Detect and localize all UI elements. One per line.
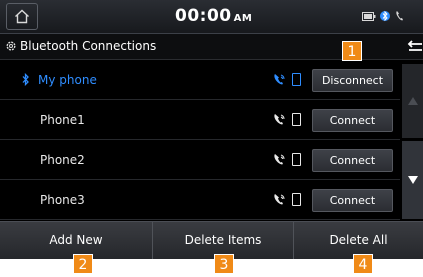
device-row-my-phone[interactable]: My phone Disconnect: [0, 62, 400, 100]
scroll-up-button[interactable]: [402, 64, 423, 138]
chevron-down-icon: [407, 176, 418, 184]
gear-icon: [6, 41, 16, 51]
connect-button[interactable]: Connect: [312, 189, 393, 212]
connect-button[interactable]: Connect: [312, 109, 393, 132]
phone-icon: [292, 73, 301, 86]
connect-button[interactable]: Connect: [312, 149, 393, 172]
callout-2: 2: [73, 254, 93, 274]
bluetooth-icon: [380, 10, 390, 22]
phone-icon: [292, 153, 301, 166]
callout-1: 1: [342, 41, 362, 61]
battery-icon: [362, 11, 376, 21]
device-list: My phone Disconnect Phone1 Connect Phone…: [0, 62, 400, 220]
call-audio-icon: [274, 114, 285, 125]
device-name: Phone1: [40, 113, 85, 127]
call-audio-icon: [274, 154, 285, 165]
device-name: Phone2: [40, 153, 85, 167]
screen: 00:00 AM Bluetooth Connections My phone …: [0, 0, 423, 277]
status-bar: 00:00 AM: [0, 0, 423, 34]
clock: 00:00 AM: [175, 6, 252, 26]
call-icon: [396, 11, 403, 21]
callout-3: 3: [214, 254, 234, 274]
device-name: Phone3: [40, 193, 85, 207]
home-button[interactable]: [6, 3, 38, 30]
device-name: My phone: [38, 73, 97, 87]
device-row-phone1[interactable]: Phone1 Connect: [0, 102, 400, 140]
clock-ampm: AM: [233, 13, 253, 24]
callout-4: 4: [353, 254, 373, 274]
chevron-up-icon: [407, 97, 418, 105]
bluetooth-icon: [22, 73, 29, 86]
call-audio-icon: [274, 194, 285, 205]
scroll-down-button[interactable]: [402, 141, 423, 219]
page-title: Bluetooth Connections: [20, 39, 157, 53]
back-button[interactable]: [402, 36, 423, 58]
status-icons: [362, 9, 406, 23]
clock-time: 00:00: [175, 6, 232, 26]
device-row-phone3[interactable]: Phone3 Connect: [0, 182, 400, 220]
back-icon: [407, 40, 422, 51]
home-icon: [15, 9, 29, 24]
device-row-phone2[interactable]: Phone2 Connect: [0, 142, 400, 180]
phone-icon: [292, 113, 301, 126]
phone-icon: [292, 193, 301, 206]
call-audio-icon: [274, 74, 285, 85]
disconnect-button[interactable]: Disconnect: [312, 69, 393, 92]
